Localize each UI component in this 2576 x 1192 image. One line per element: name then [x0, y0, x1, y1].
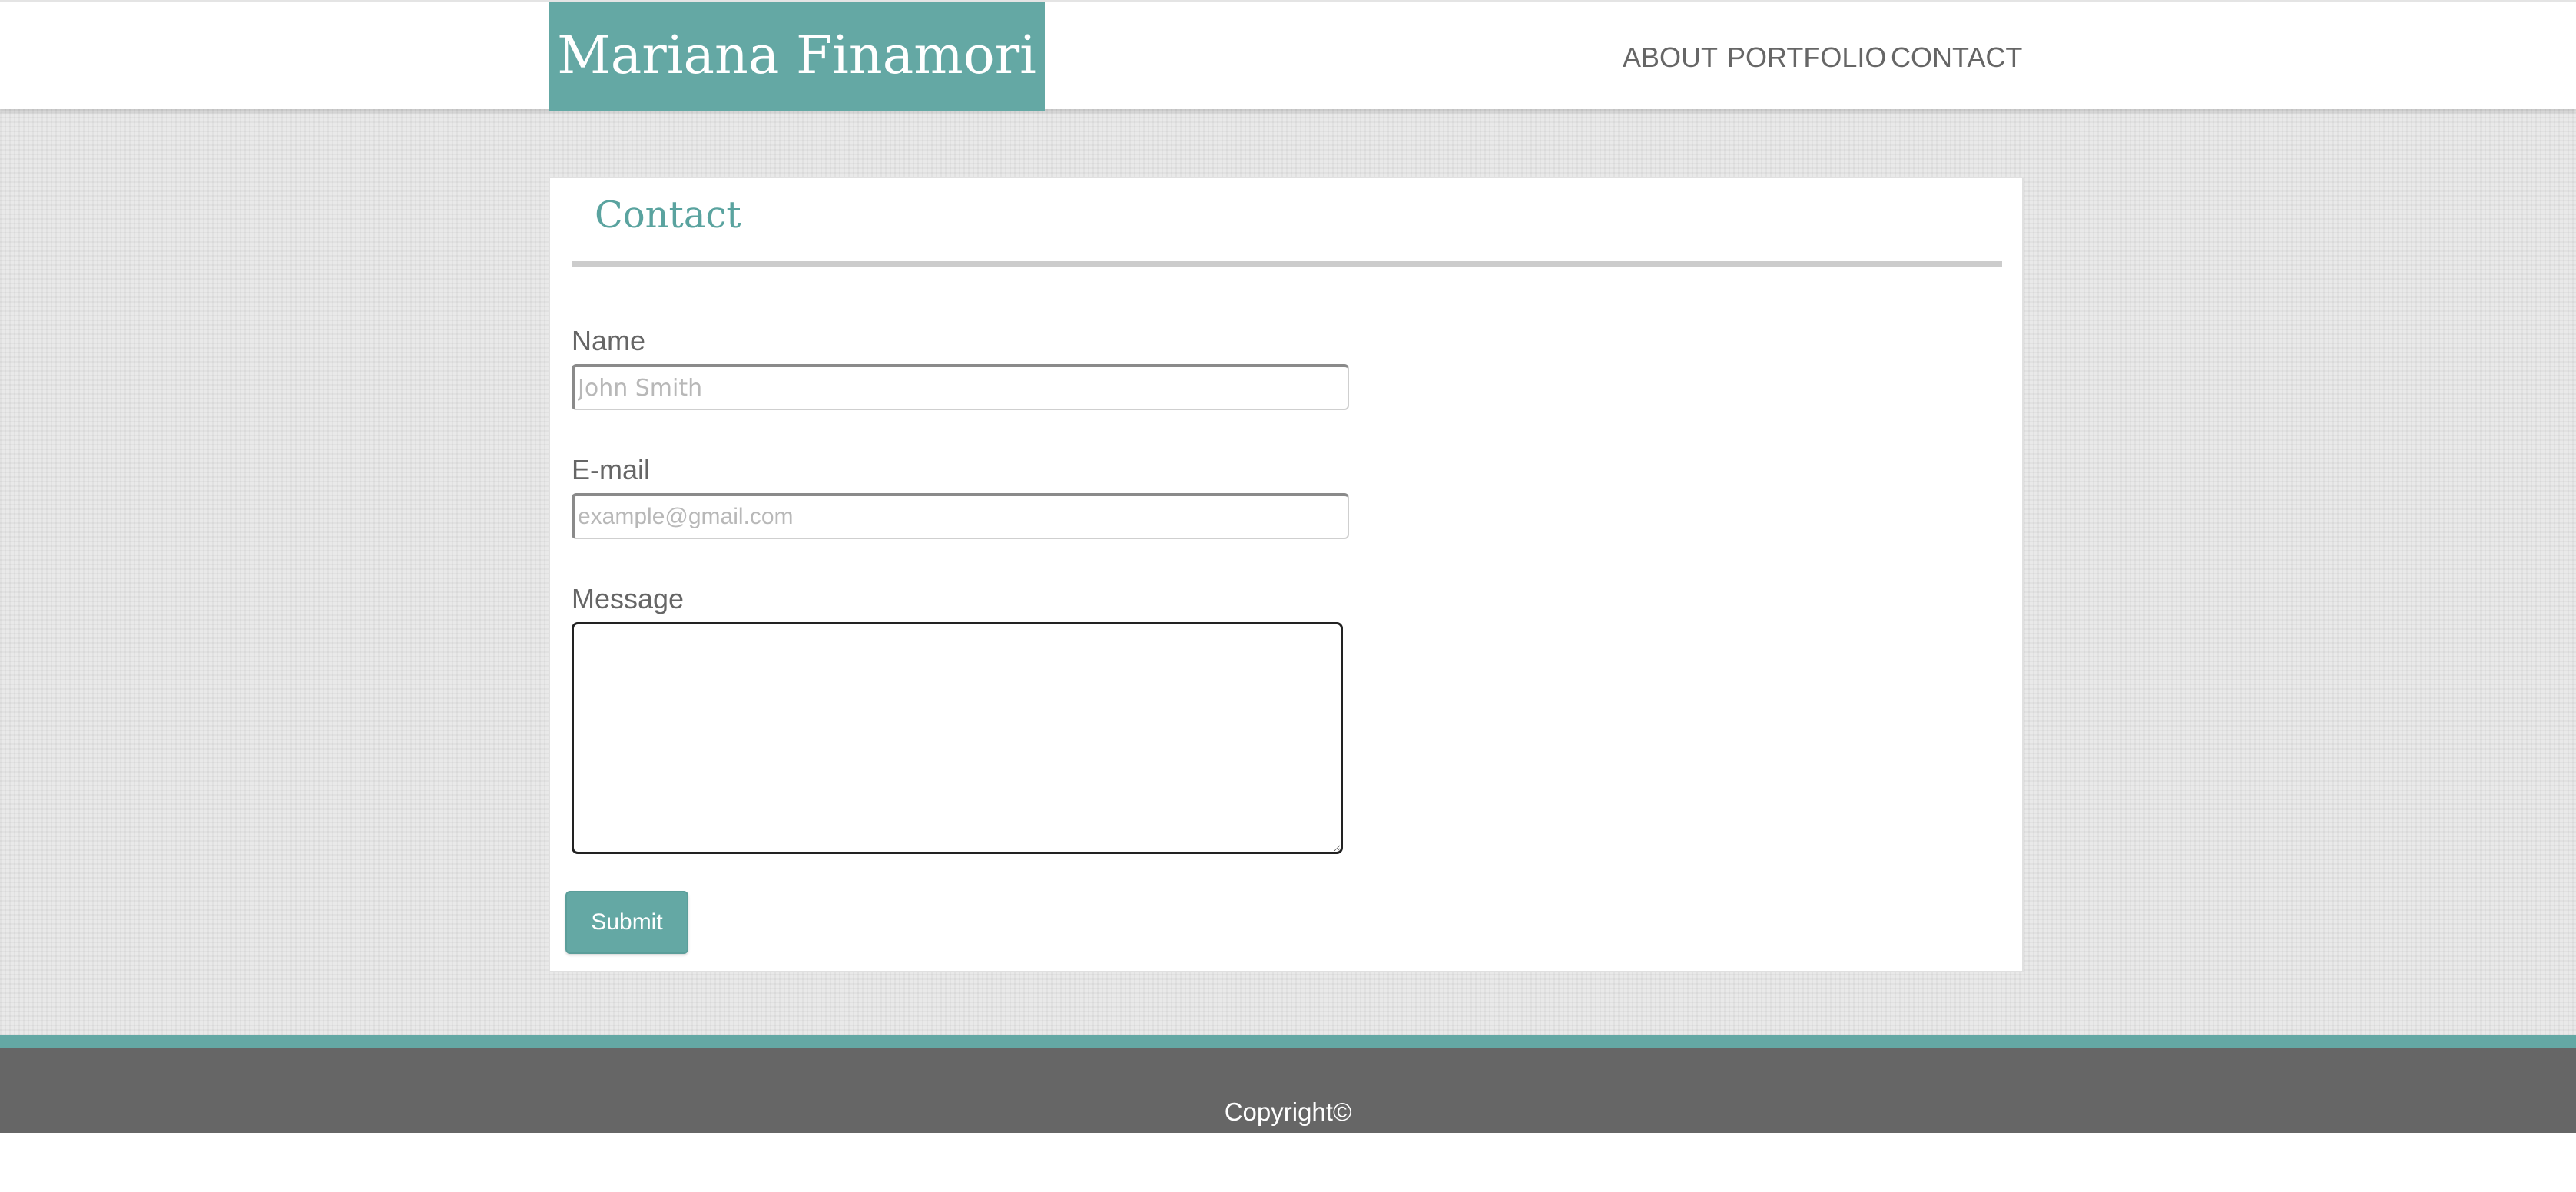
email-input[interactable]: [572, 493, 1349, 539]
page-title: Contact: [595, 194, 741, 237]
message-textarea[interactable]: [572, 622, 1343, 854]
site-header: Mariana Finamori ABOUT PORTFOLIO CONTACT: [0, 0, 2576, 111]
submit-button[interactable]: Submit: [565, 891, 688, 954]
name-input[interactable]: [572, 364, 1349, 410]
title-divider: [572, 261, 2002, 267]
nav-link-contact[interactable]: CONTACT: [1891, 2, 2022, 111]
copyright-text: Copyright©: [1224, 1098, 1352, 1126]
name-label: Name: [572, 325, 646, 356]
site-footer: Copyright©: [0, 1048, 2576, 1133]
nav-link-about[interactable]: ABOUT: [1623, 2, 1718, 111]
email-label: E-mail: [572, 454, 651, 485]
message-label: Message: [572, 583, 685, 614]
site-logo-title[interactable]: Mariana Finamori: [549, 2, 1045, 111]
footer-accent-bar: [0, 1035, 2576, 1048]
page-bottom-area: [0, 1133, 2576, 1192]
contact-card: Contact Name E-mail Message Submit: [549, 177, 2024, 972]
nav-link-portfolio[interactable]: PORTFOLIO: [1727, 2, 1886, 111]
